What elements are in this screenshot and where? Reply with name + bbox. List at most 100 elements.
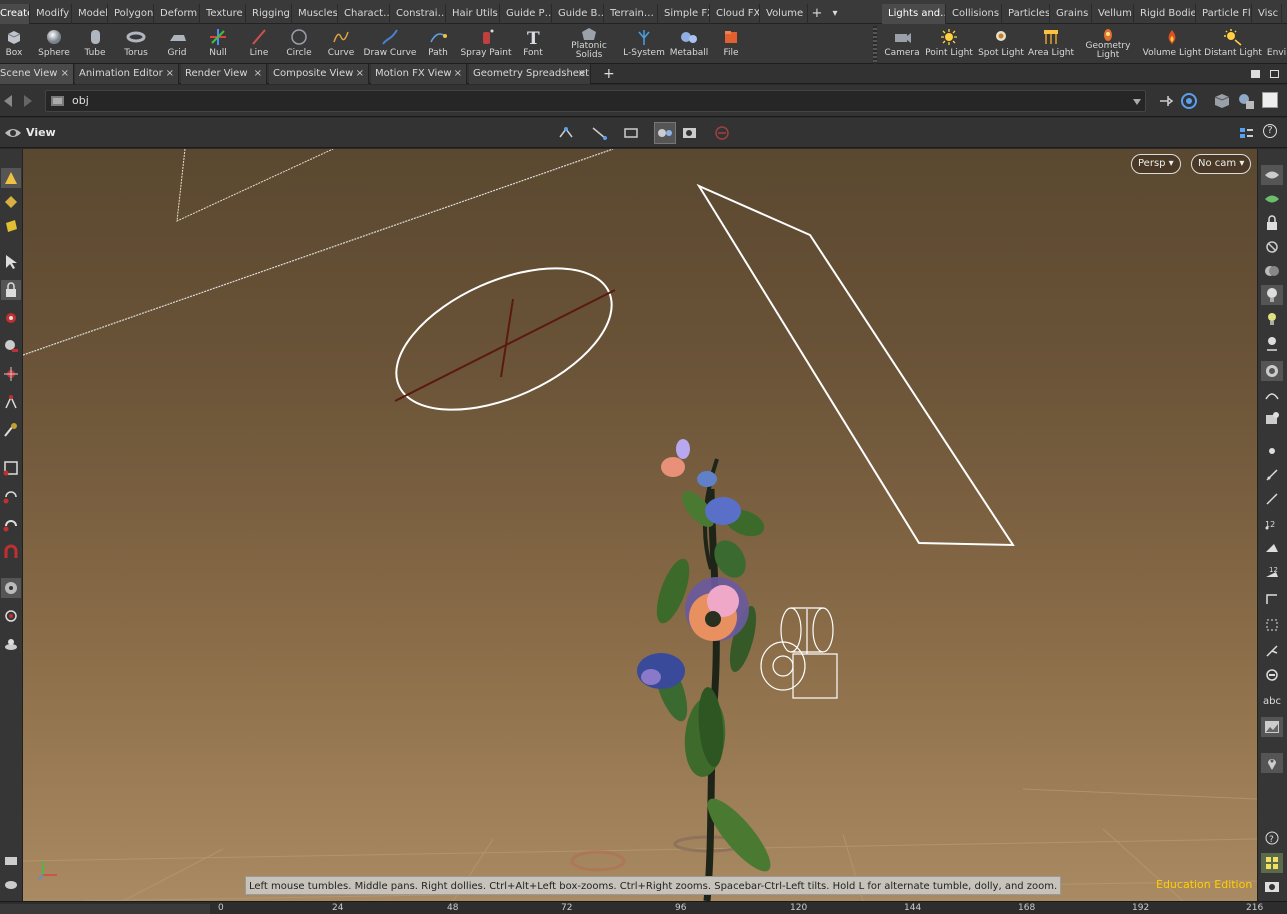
tool-l-system[interactable]: L-System — [623, 26, 665, 64]
shelf-tab-guide-brushes[interactable]: Guide B… — [552, 4, 604, 24]
vector-display-icon[interactable] — [1261, 641, 1283, 661]
quad-view-icon[interactable] — [1261, 853, 1283, 873]
tool-environment-light[interactable]: Envi — [1266, 26, 1287, 64]
prim-numbers-icon[interactable]: 12 — [1261, 561, 1283, 581]
arrow-pointer-icon[interactable] — [1, 252, 21, 272]
camera-view-icon[interactable] — [1261, 877, 1283, 897]
shelf-tab-viscous[interactable]: Visc — [1252, 4, 1282, 24]
shelf-tab-rigid-bodies[interactable]: Rigid Bodies — [1134, 4, 1196, 24]
shelf-tab-guide-process[interactable]: Guide P… — [500, 4, 552, 24]
shelf-tab-create[interactable]: Create — [0, 4, 30, 24]
tool-box[interactable]: Box — [0, 26, 28, 64]
tool-file[interactable]: File — [718, 26, 744, 64]
location-pin-icon[interactable] — [1261, 753, 1283, 773]
tool-area-light[interactable]: Area Light — [1028, 26, 1074, 64]
hide-icon[interactable] — [1261, 237, 1283, 257]
tool-spot-light[interactable]: Spot Light — [978, 26, 1024, 64]
display-toggles-icon[interactable] — [1238, 125, 1254, 144]
tool-grid[interactable]: Grid — [162, 26, 192, 64]
tool-font[interactable]: T Font — [520, 26, 546, 64]
tool-volume-light[interactable]: Volume Light — [1143, 26, 1201, 64]
display-options-icon[interactable] — [1237, 92, 1255, 113]
tool-circle[interactable]: Circle — [284, 26, 314, 64]
snap-toggle[interactable] — [654, 122, 676, 144]
info-icon[interactable]: ? — [1261, 828, 1283, 848]
ghost-icon[interactable] — [1261, 189, 1283, 209]
shelf-tab-deform[interactable]: Deform — [154, 4, 200, 24]
point-display-icon[interactable] — [1261, 441, 1283, 461]
maximize-pane-icon[interactable] — [1251, 70, 1260, 78]
pane-menu-icon[interactable] — [1270, 70, 1279, 78]
shelf-tab-simple-fx[interactable]: Simple FX — [658, 4, 710, 24]
transform-tool-icon[interactable] — [1, 192, 21, 212]
shelf-tab-polygon[interactable]: Polygon — [108, 4, 154, 24]
tool-line[interactable]: Line — [246, 26, 272, 64]
close-icon[interactable]: × — [61, 64, 69, 84]
render-region-icon[interactable] — [1, 634, 21, 654]
shelf-tab-texture[interactable]: Texture — [200, 4, 246, 24]
vertex-normals-icon[interactable] — [1261, 489, 1283, 509]
tool-torus[interactable]: Torus — [120, 26, 152, 64]
tool-draw-curve[interactable]: Draw Curve — [364, 26, 416, 64]
lock-icon[interactable] — [1, 280, 21, 300]
shading-cube-icon[interactable] — [1213, 92, 1231, 113]
tool-distant-light[interactable]: Distant Light — [1204, 26, 1262, 64]
close-icon[interactable]: × — [356, 64, 364, 84]
tool-curve[interactable]: Curve — [326, 26, 356, 64]
camera-menu-icon[interactable] — [1, 606, 21, 626]
shelf-tab-constraints[interactable]: Constrai… — [390, 4, 446, 24]
tab-scene-view[interactable]: Scene View × — [0, 64, 74, 84]
tool-sphere[interactable]: Sphere — [36, 26, 72, 64]
light-link-icon[interactable] — [1261, 333, 1283, 353]
close-icon[interactable]: × — [254, 64, 262, 84]
pin-icon[interactable] — [1158, 93, 1174, 112]
close-icon[interactable]: × — [454, 64, 462, 84]
headlight-icon[interactable] — [1261, 309, 1283, 329]
shelf-tab-cloud-fx[interactable]: Cloud FX — [710, 4, 760, 24]
select-points-icon[interactable] — [590, 125, 610, 144]
chevron-down-icon[interactable] — [1133, 97, 1141, 108]
tab-geometry-spreadsheet[interactable]: Geometry Spreadsheet × — [469, 64, 591, 84]
viewport-scale-icon[interactable] — [1, 849, 21, 869]
shelf-tab-vellum[interactable]: Vellum — [1092, 4, 1134, 24]
shelf-tab-particles[interactable]: Particles — [1002, 4, 1050, 24]
network-path-field[interactable]: obj — [45, 90, 1146, 112]
tab-composite-view[interactable]: Composite View × — [269, 64, 369, 84]
tab-render-view[interactable]: Render View × — [181, 64, 267, 84]
add-shelf-tab-button[interactable]: + — [808, 4, 826, 24]
tool-spray-paint[interactable]: Spray Paint — [460, 26, 512, 64]
forward-arrow-icon[interactable] — [22, 94, 34, 111]
shelf-tab-volume[interactable]: Volume — [760, 4, 808, 24]
box-select-icon[interactable] — [1, 458, 21, 478]
stop-icon[interactable] — [714, 125, 730, 144]
tool-camera[interactable]: Camera — [884, 26, 920, 64]
magnet-icon[interactable] — [1, 542, 21, 562]
shelf-tab-hair-utils[interactable]: Hair Utils — [446, 4, 500, 24]
shading-mode-icon[interactable] — [1261, 361, 1283, 381]
pose-tool-icon[interactable] — [1, 308, 21, 328]
select-tool-icon[interactable] — [1, 168, 21, 188]
view-tool-icon[interactable] — [1, 336, 21, 356]
handle-tool-icon[interactable] — [1, 216, 21, 236]
shelf-tab-particle-fluids[interactable]: Particle Fl… — [1196, 4, 1252, 24]
add-pane-tab-button[interactable]: + — [603, 64, 615, 84]
select-edges-icon[interactable] — [622, 125, 642, 144]
tool-platonic-solids[interactable]: Platonic Solids — [568, 26, 610, 64]
persp-menu-button[interactable]: Persp ▾ — [1131, 154, 1181, 174]
shelf-menu-arrow[interactable]: ▾ — [826, 4, 844, 24]
shelf-tab-terrain[interactable]: Terrain… — [604, 4, 658, 24]
lasso-select-icon[interactable] — [1, 486, 21, 506]
spot-light-disc[interactable] — [375, 239, 632, 439]
display-options-eye-icon[interactable] — [1261, 165, 1283, 185]
normals-icon[interactable] — [1261, 465, 1283, 485]
scene-canvas[interactable] — [23, 149, 1257, 901]
tool-path[interactable]: Path — [424, 26, 452, 64]
tab-animation-editor[interactable]: Animation Editor × — [75, 64, 179, 84]
shelf-tab-lights-and-cameras[interactable]: Lights and… — [882, 4, 946, 24]
tool-geometry-light[interactable]: Geometry Light — [1084, 26, 1132, 64]
grid-disc-icon[interactable] — [1, 873, 21, 893]
tab-motion-fx-view[interactable]: Motion FX View × — [371, 64, 467, 84]
show-all-icon[interactable] — [1261, 261, 1283, 281]
prim-normals-icon[interactable] — [1261, 537, 1283, 557]
template-display-icon[interactable] — [1261, 665, 1283, 685]
